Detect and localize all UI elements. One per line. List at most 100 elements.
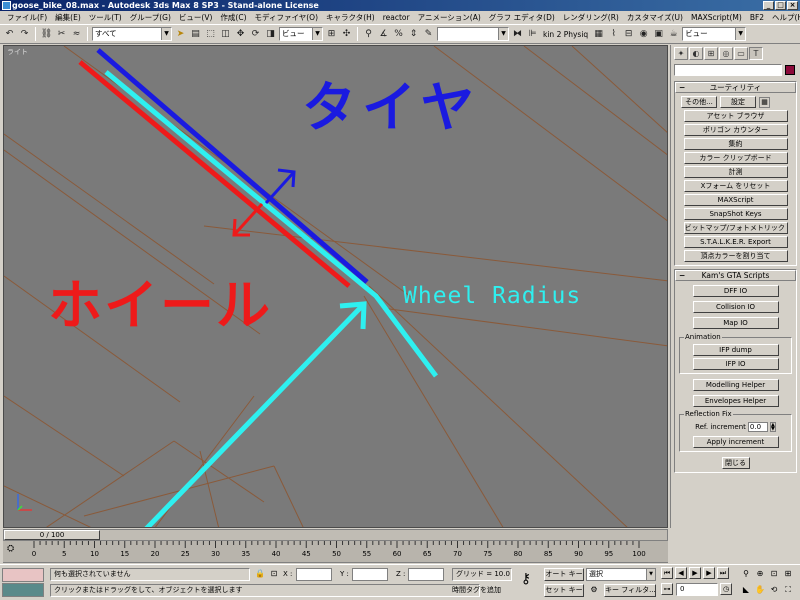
collision-io-button[interactable]: Collision IO xyxy=(692,301,779,313)
assign-vertex-colors-button[interactable]: 頂点カラーを割り当て xyxy=(683,250,788,262)
color-clipboard-button[interactable]: カラー クリップボード xyxy=(683,152,788,164)
dff-io-button[interactable]: DFF IO xyxy=(692,285,779,297)
time-slider[interactable]: 0 / 100 xyxy=(3,529,668,541)
window-crossing-icon[interactable]: ◫ xyxy=(219,27,232,41)
maxscript-listener-mini[interactable] xyxy=(2,568,44,582)
configure-sets-icon[interactable]: ▦ xyxy=(759,96,770,108)
ref-increment-input[interactable]: 0.0 xyxy=(747,422,768,432)
more-button[interactable]: その他... xyxy=(681,96,717,108)
time-slider-thumb[interactable]: 0 / 100 xyxy=(4,530,100,540)
ifp-dump-button[interactable]: IFP dump xyxy=(692,344,779,356)
add-time-tag-label[interactable]: 時間タグを追加 xyxy=(452,585,501,596)
mirror-icon[interactable]: ⧓ xyxy=(511,27,524,41)
quick-render-icon[interactable]: ☕ xyxy=(667,27,680,41)
menu-rendering[interactable]: レンダリング(R) xyxy=(559,11,623,24)
zoom-extents-icon[interactable]: ⊡ xyxy=(768,568,780,580)
arc-rotate-icon[interactable]: ⟲ xyxy=(768,584,780,596)
render-scene-icon[interactable]: ▣ xyxy=(652,27,665,41)
key-filter-icon[interactable]: ⚙ xyxy=(588,584,600,596)
z-coordinate-input[interactable] xyxy=(408,568,444,581)
minimize-button[interactable]: _ xyxy=(763,1,774,10)
menu-reactor[interactable]: reactor xyxy=(379,11,414,24)
menu-create[interactable]: 作成(C) xyxy=(216,11,250,24)
curve-editor-icon[interactable]: ⌇ xyxy=(607,27,620,41)
menu-edit[interactable]: 編集(E) xyxy=(51,11,85,24)
go-to-start-icon[interactable]: ⏮ xyxy=(661,567,673,579)
menu-group[interactable]: グループ(G) xyxy=(126,11,175,24)
go-to-end-icon[interactable]: ⏭ xyxy=(717,567,729,579)
time-configuration-icon[interactable]: ◷ xyxy=(720,583,732,595)
utilities-rollout-header[interactable]: − ユーティリティ xyxy=(675,82,796,93)
menu-help[interactable]: ヘルプ(H) xyxy=(768,11,800,24)
menu-modifiers[interactable]: モディファイヤ(O) xyxy=(251,11,323,24)
menu-file[interactable]: ファイル(F) xyxy=(3,11,51,24)
utilities-tab-icon[interactable]: T xyxy=(749,47,763,60)
pan-icon[interactable]: ✋ xyxy=(754,584,766,596)
display-tab-icon[interactable]: ▭ xyxy=(734,47,748,60)
viewport-left[interactable]: ライト タイヤ ホイール Wheel Radius xyxy=(3,45,668,528)
select-and-rotate-icon[interactable]: ⟳ xyxy=(249,27,262,41)
align-icon[interactable]: ⊫ xyxy=(526,27,539,41)
absolute-mode-icon[interactable]: ⊡ xyxy=(268,568,280,580)
select-and-link-icon[interactable]: ⛓ xyxy=(40,27,53,41)
menu-character[interactable]: キャラクタ(H) xyxy=(322,11,379,24)
object-color-swatch[interactable] xyxy=(785,65,795,75)
bind-space-warp-icon[interactable]: ≈ xyxy=(70,27,83,41)
measure-button[interactable]: 計測 xyxy=(683,166,788,178)
close-utility-button[interactable]: 閉じる xyxy=(721,457,750,469)
key-filters-button[interactable]: キー フィルタ... xyxy=(604,584,656,597)
rectangle-selection-icon[interactable]: ⬚ xyxy=(204,27,217,41)
percent-snap-icon[interactable]: % xyxy=(392,27,405,41)
auto-key-button[interactable]: オート キー xyxy=(544,568,584,581)
field-of-view-icon[interactable]: ◣ xyxy=(740,584,752,596)
menu-animation[interactable]: アニメーション(A) xyxy=(414,11,485,24)
envelopes-helper-button[interactable]: Envelopes Helper xyxy=(692,395,779,407)
y-coordinate-input[interactable] xyxy=(352,568,388,581)
collapse-button[interactable]: 集約 xyxy=(683,138,788,150)
named-selection-dropdown[interactable]: ▼ xyxy=(437,27,509,41)
undo-icon[interactable]: ↶ xyxy=(3,27,16,41)
current-frame-input[interactable]: 0 xyxy=(676,583,718,596)
pivot-center-icon[interactable]: ⊞ xyxy=(325,27,338,41)
menu-customize[interactable]: カスタマイズ(U) xyxy=(623,11,687,24)
asset-browser-button[interactable]: アセット ブラウザ xyxy=(683,110,788,122)
modelling-helper-button[interactable]: Modelling Helper xyxy=(692,379,779,391)
bitmap-photometric-paths-button[interactable]: ビットマップ/フォトメトリック パス xyxy=(683,222,788,234)
track-bar[interactable]: ⛭ 0 5 10 15 20 25 30 35 40 45 50 55 60 6… xyxy=(3,541,668,563)
maxscript-button[interactable]: MAXScript xyxy=(683,194,788,206)
edit-named-selection-icon[interactable]: ✎ xyxy=(422,27,435,41)
motion-tab-icon[interactable]: ◎ xyxy=(719,47,733,60)
maxscript-output-mini[interactable] xyxy=(2,583,44,597)
kams-rollout-header[interactable]: − Kam's GTA Scripts xyxy=(675,270,796,281)
menu-tools[interactable]: ツール(T) xyxy=(85,11,126,24)
maximize-button[interactable]: □ xyxy=(775,1,786,10)
modify-tab-icon[interactable]: ◐ xyxy=(689,47,703,60)
lock-selection-icon[interactable]: 🔒 xyxy=(254,568,266,580)
schematic-view-icon[interactable]: ⊟ xyxy=(622,27,635,41)
select-and-manipulate-icon[interactable]: ✣ xyxy=(340,27,353,41)
viewport-name-label[interactable]: ライト xyxy=(7,47,28,57)
map-io-button[interactable]: Map IO xyxy=(692,317,779,329)
key-mode-toggle-icon[interactable]: ⊶ xyxy=(661,583,673,595)
selection-filter-dropdown[interactable]: すべて ▼ xyxy=(92,27,172,41)
snapshot-keys-button[interactable]: SnapShot Keys xyxy=(683,208,788,220)
viewport-render-dropdown[interactable]: ビュー ▼ xyxy=(682,27,747,41)
maximize-viewport-icon[interactable]: ⛶ xyxy=(782,584,794,596)
layer-manager-icon[interactable]: ▦ xyxy=(592,27,605,41)
x-coordinate-input[interactable] xyxy=(296,568,332,581)
key-mode-dropdown[interactable]: 選択 ▼ xyxy=(586,568,656,581)
hierarchy-tab-icon[interactable]: ⊞ xyxy=(704,47,718,60)
menu-bf2[interactable]: BF2 xyxy=(746,11,768,24)
reference-coordinate-dropdown[interactable]: ビュー ▼ xyxy=(279,27,323,41)
polygon-counter-button[interactable]: ポリゴン カウンター xyxy=(683,124,788,136)
close-window-button[interactable]: × xyxy=(787,1,798,10)
menu-graph-editors[interactable]: グラフ エディタ(D) xyxy=(485,11,559,24)
select-and-move-icon[interactable]: ✥ xyxy=(234,27,247,41)
object-name-field[interactable] xyxy=(674,64,782,76)
zoom-icon[interactable]: ⚲ xyxy=(740,568,752,580)
set-key-button[interactable]: セット キー xyxy=(544,584,584,597)
apply-increment-button[interactable]: Apply increment xyxy=(692,436,779,448)
select-and-scale-icon[interactable]: ◨ xyxy=(264,27,277,41)
create-tab-icon[interactable]: ✦ xyxy=(674,47,688,60)
zoom-all-icon[interactable]: ⊕ xyxy=(754,568,766,580)
